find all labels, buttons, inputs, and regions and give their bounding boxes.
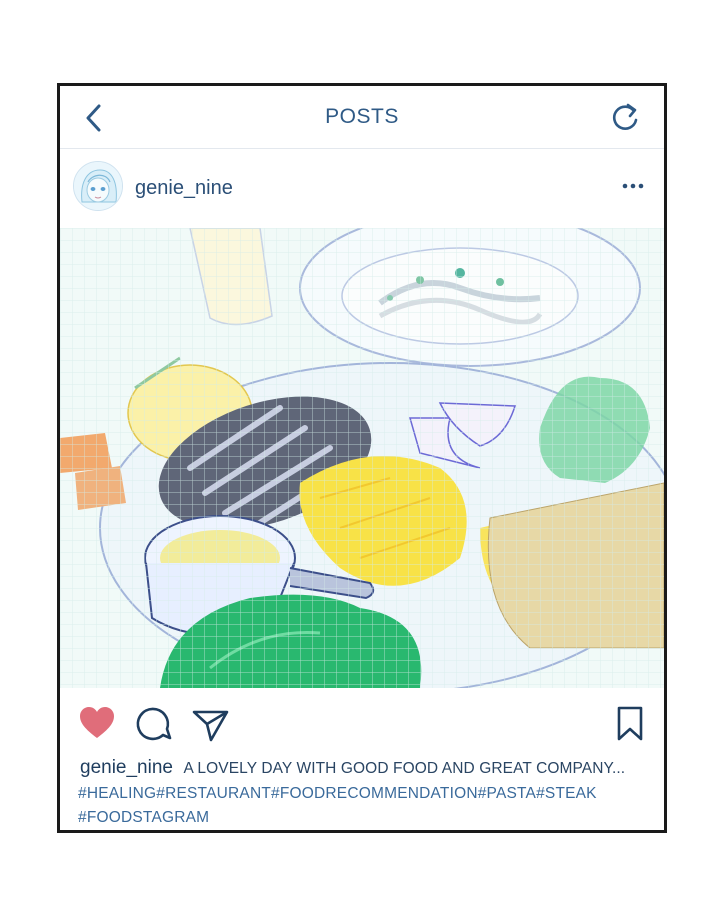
heart-icon <box>80 707 114 738</box>
avatar[interactable] <box>73 161 123 211</box>
more-options-button[interactable] <box>620 179 646 193</box>
send-icon <box>192 710 229 742</box>
post-username[interactable]: genie_nine <box>135 177 233 200</box>
post-user-bar: genie_nine <box>60 149 664 229</box>
comment-button[interactable] <box>133 704 173 744</box>
caption-username[interactable]: genie_nine <box>80 757 173 778</box>
share-button[interactable] <box>190 704 230 744</box>
food-illustration <box>60 228 664 688</box>
comment-icon <box>136 707 172 741</box>
avatar-illustration <box>74 162 122 210</box>
save-button[interactable] <box>610 704 650 744</box>
action-bar <box>60 700 664 746</box>
hashtags: #HEALING#RESTAURANT#FOODRECOMMENDATION#P… <box>78 782 648 830</box>
refresh-icon <box>612 103 638 130</box>
hashtags-line-2[interactable]: #FOODSTAGRAM <box>78 806 648 830</box>
refresh-button[interactable] <box>608 100 642 134</box>
post-frame: POSTS genie_nine genie_nine A LOVELY DAY… <box>57 83 667 833</box>
more-horizontal-icon <box>622 183 644 189</box>
post-caption: genie_nine A LOVELY DAY WITH GOOD FOOD A… <box>80 757 650 779</box>
caption-text: A LOVELY DAY WITH GOOD FOOD AND GREAT CO… <box>183 760 626 777</box>
header-bar: POSTS <box>60 86 664 149</box>
post-image[interactable] <box>60 228 664 688</box>
bookmark-icon <box>617 706 643 741</box>
hashtags-line-1[interactable]: #HEALING#RESTAURANT#FOODRECOMMENDATION#P… <box>78 782 648 806</box>
page-title: POSTS <box>325 105 399 128</box>
like-button[interactable] <box>77 704 117 744</box>
